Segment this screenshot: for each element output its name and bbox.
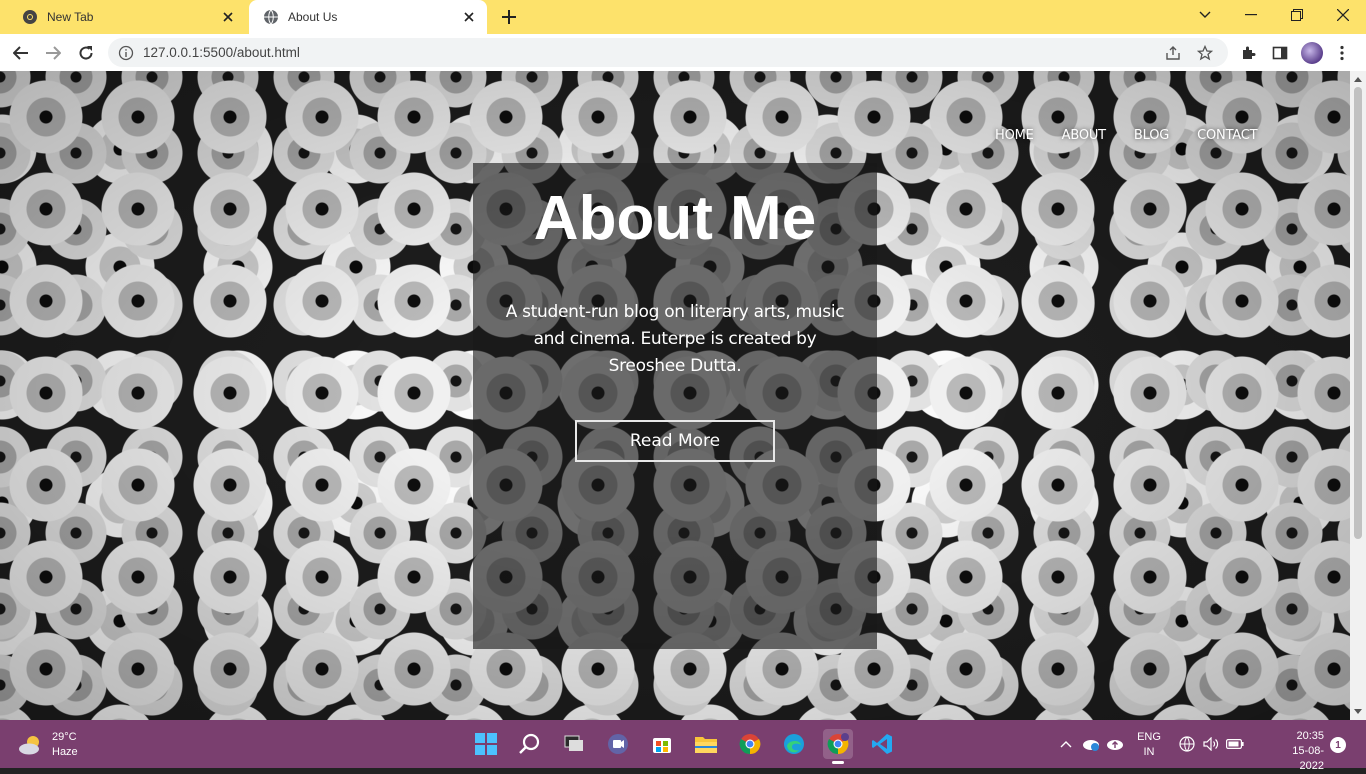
- language-indicator[interactable]: ENG IN: [1131, 730, 1167, 760]
- read-more-button[interactable]: Read More: [575, 420, 775, 462]
- file-explorer-icon[interactable]: [691, 729, 721, 759]
- address-bar[interactable]: 127.0.0.1:5500/about.html: [108, 38, 1228, 67]
- bookmark-star-icon[interactable]: [1196, 44, 1214, 62]
- notification-badge[interactable]: 1: [1330, 737, 1346, 753]
- search-icon[interactable]: [515, 729, 545, 759]
- restore-icon[interactable]: [1274, 0, 1320, 30]
- close-window-icon[interactable]: [1320, 0, 1366, 30]
- chrome-app-icon[interactable]: [735, 729, 765, 759]
- battery-icon[interactable]: [1225, 734, 1245, 754]
- side-panel-icon[interactable]: [1269, 42, 1291, 64]
- close-tab-icon[interactable]: [461, 9, 477, 25]
- browser-tab-bar: New Tab About Us: [0, 0, 1366, 34]
- page-scrollbar[interactable]: [1350, 71, 1366, 720]
- page-title: About Me: [533, 184, 817, 253]
- weather-widget[interactable]: 29°C Haze: [18, 730, 78, 760]
- language-code: ENG: [1137, 731, 1161, 743]
- start-button[interactable]: [471, 729, 501, 759]
- cloud-sun-icon: [18, 734, 44, 756]
- minimize-icon[interactable]: [1228, 0, 1274, 30]
- vscode-icon[interactable]: [867, 729, 897, 759]
- task-view-icon[interactable]: [559, 729, 589, 759]
- about-description: A student-run blog on literary arts, mus…: [505, 302, 845, 376]
- edge-icon[interactable]: [779, 729, 809, 759]
- nav-about[interactable]: ABOUT: [1062, 128, 1106, 143]
- chrome-profile-app-icon[interactable]: [823, 729, 853, 764]
- microsoft-store-icon[interactable]: [647, 729, 677, 759]
- scroll-down-icon[interactable]: [1350, 704, 1366, 718]
- nav-blog[interactable]: BLOG: [1134, 128, 1169, 143]
- cloud-upload-icon[interactable]: [1105, 734, 1125, 754]
- globe-icon: [263, 9, 279, 25]
- network-globe-icon[interactable]: [1177, 734, 1197, 754]
- tab-title: New Tab: [47, 10, 94, 24]
- weather-condition: Haze: [52, 746, 78, 758]
- onedrive-sync-icon[interactable]: [1081, 734, 1101, 754]
- reload-icon[interactable]: [73, 40, 99, 66]
- nav-home[interactable]: HOME: [995, 128, 1034, 143]
- active-indicator: [832, 761, 844, 764]
- info-icon[interactable]: [118, 45, 134, 61]
- tab-about-us[interactable]: About Us: [249, 0, 487, 34]
- weather-temp: 29°C: [52, 731, 77, 743]
- site-nav: HOME ABOUT BLOG CONTACT: [995, 128, 1285, 143]
- scroll-thumb[interactable]: [1354, 87, 1362, 539]
- close-tab-icon[interactable]: [220, 9, 236, 25]
- volume-icon[interactable]: [1201, 734, 1221, 754]
- tab-title: About Us: [288, 10, 338, 24]
- extensions-icon[interactable]: [1237, 42, 1259, 64]
- share-icon[interactable]: [1164, 44, 1182, 62]
- about-card: About Me A student-run blog on literary …: [473, 163, 877, 649]
- teams-chat-icon[interactable]: [603, 729, 633, 759]
- tab-new-tab[interactable]: New Tab: [8, 0, 246, 34]
- clock[interactable]: 20:35 15-08-2022: [1268, 729, 1324, 774]
- windows-taskbar: 29°C Haze ENG IN 20:35 15-08-2022: [0, 720, 1366, 772]
- nav-contact[interactable]: CONTACT: [1197, 128, 1257, 143]
- language-region: IN: [1143, 746, 1155, 758]
- url-text[interactable]: 127.0.0.1:5500/about.html: [143, 45, 1164, 60]
- scroll-up-icon[interactable]: [1350, 72, 1366, 86]
- back-icon[interactable]: [8, 40, 34, 66]
- new-tab-button[interactable]: [498, 6, 520, 28]
- chrome-icon: [22, 9, 38, 25]
- browser-toolbar: 127.0.0.1:5500/about.html: [0, 34, 1366, 71]
- clock-time: 20:35: [1296, 730, 1324, 742]
- profile-avatar[interactable]: [1301, 42, 1323, 64]
- clock-date: 15-08-2022: [1292, 745, 1324, 772]
- chevron-up-icon[interactable]: [1057, 734, 1075, 754]
- kebab-menu-icon[interactable]: [1331, 42, 1353, 64]
- forward-icon[interactable]: [40, 40, 66, 66]
- tab-search-icon[interactable]: [1182, 0, 1228, 30]
- page-hero-background: HOME ABOUT BLOG CONTACT About Me A stude…: [0, 71, 1350, 720]
